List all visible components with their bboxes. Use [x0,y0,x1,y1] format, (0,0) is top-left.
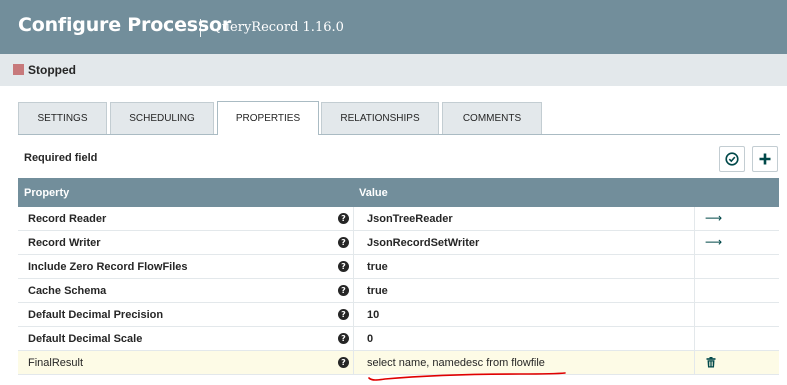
tab-bar: SETTINGS SCHEDULING PROPERTIES RELATIONS… [18,101,780,135]
property-cell: Record Writer ? [18,231,354,254]
required-field-label: Required field [24,152,98,164]
table-header: Property Value [18,178,779,207]
tab-label: SETTINGS [37,113,88,124]
arrow-right-icon[interactable]: ⟶ [705,211,722,225]
help-icon[interactable]: ? [338,333,349,344]
trash-icon[interactable] [706,357,716,368]
property-name: Default Decimal Scale [28,333,143,345]
property-value: select name, namedesc from flowfile [367,357,545,369]
table-row[interactable]: Default Decimal Precision ? 10 [18,303,779,327]
action-cell: ⟶ [695,231,779,254]
action-cell [695,327,779,350]
property-value: true [367,285,388,297]
action-cell: ⟶ [695,207,779,230]
property-name: FinalResult [28,357,84,369]
add-property-button[interactable] [752,146,778,172]
property-value: JsonRecordSetWriter [367,237,480,249]
help-icon[interactable]: ? [338,237,349,248]
value-cell[interactable]: 10 [354,303,695,326]
tab-properties[interactable]: PROPERTIES [217,101,319,135]
tab-relationships[interactable]: RELATIONSHIPS [321,102,439,134]
value-cell[interactable]: true [354,279,695,302]
help-icon[interactable]: ? [338,261,349,272]
property-name: Include Zero Record FlowFiles [28,261,188,273]
table-row[interactable]: Record Reader ? JsonTreeReader ⟶ [18,207,779,231]
tab-label: RELATIONSHIPS [340,113,420,124]
help-icon[interactable]: ? [338,213,349,224]
property-value: 10 [367,309,380,321]
table-row[interactable]: Include Zero Record FlowFiles ? true [18,255,779,279]
table-row[interactable]: Record Writer ? JsonRecordSetWriter ⟶ [18,231,779,255]
action-cell [695,255,779,278]
action-cell [695,279,779,302]
tab-label: SCHEDULING [129,113,195,124]
action-cell [695,303,779,326]
column-header-value: Value [359,187,388,199]
help-icon[interactable]: ? [338,309,349,320]
check-circle-icon [725,152,739,166]
value-cell[interactable]: JsonTreeReader [354,207,695,230]
header-separator [200,19,201,37]
action-cell [695,351,779,374]
tab-settings[interactable]: SETTINGS [18,102,107,134]
property-cell: Default Decimal Scale ? [18,327,354,350]
value-cell[interactable]: select name, namedesc from flowfile [354,351,695,374]
table-row[interactable]: Cache Schema ? true [18,279,779,303]
stopped-icon [13,64,24,75]
help-icon[interactable]: ? [338,285,349,296]
dialog-header: Configure Processor QueryRecord 1.16.0 [0,0,787,54]
property-cell: Default Decimal Precision ? [18,303,354,326]
help-icon[interactable]: ? [338,357,349,368]
verify-properties-button[interactable] [719,146,745,172]
arrow-right-icon[interactable]: ⟶ [705,235,722,249]
property-value: JsonTreeReader [367,213,453,225]
property-name: Record Reader [28,213,107,225]
table-row[interactable]: Default Decimal Scale ? 0 [18,327,779,351]
property-value: 0 [367,333,374,345]
property-name: Record Writer [28,237,101,249]
value-cell[interactable]: true [354,255,695,278]
column-header-property: Property [24,187,70,199]
tab-scheduling[interactable]: SCHEDULING [110,102,214,134]
table-row[interactable]: FinalResult ? select name, namedesc from… [18,351,779,375]
value-cell[interactable]: 0 [354,327,695,350]
property-name: Cache Schema [28,285,107,297]
property-cell: FinalResult ? [18,351,354,374]
property-name: Default Decimal Precision [28,309,164,321]
property-cell: Include Zero Record FlowFiles ? [18,255,354,278]
status-text: Stopped [28,63,76,77]
value-cell[interactable]: JsonRecordSetWriter [354,231,695,254]
tab-comments[interactable]: COMMENTS [442,102,542,134]
properties-table: Property Value Record Reader ? JsonTreeR… [18,178,779,375]
status-bar [0,54,787,86]
tab-label: PROPERTIES [235,113,301,124]
processor-type: QueryRecord 1.16.0 [211,20,344,35]
property-cell: Cache Schema ? [18,279,354,302]
tab-label: COMMENTS [462,113,522,124]
plus-icon [759,153,771,165]
property-cell: Record Reader ? [18,207,354,230]
property-value: true [367,261,388,273]
